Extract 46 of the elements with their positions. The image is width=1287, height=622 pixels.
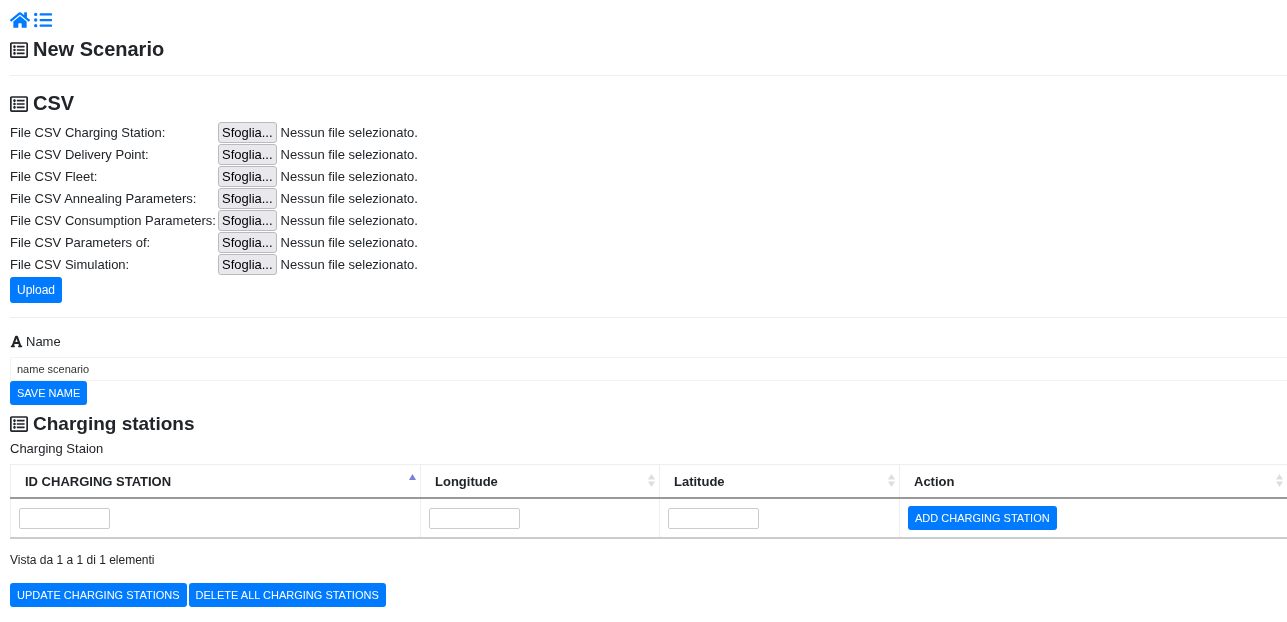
file-label: File CSV Annealing Parameters: — [10, 190, 198, 206]
id-input-field[interactable] — [19, 507, 110, 529]
file-status: Nessun file selezionato. — [280, 168, 418, 184]
file-status: Nessun file selezionato. — [280, 234, 418, 250]
field-label: Name — [26, 334, 61, 349]
file-label: File CSV Charging Station: — [10, 124, 167, 140]
column-header[interactable]: ID CHARGING STATION — [10, 464, 421, 498]
file-label: File CSV Parameters of: — [10, 234, 152, 250]
file-status: Nessun file selezionato. — [280, 256, 418, 272]
browse-button[interactable]: Sfoglia... — [218, 143, 277, 165]
name-field[interactable]: name scenario — [10, 357, 1287, 381]
list-icon[interactable] — [34, 11, 52, 29]
browse-button[interactable]: Sfoglia... — [218, 165, 277, 187]
file-label: File CSV Consumption Parameters: — [10, 212, 217, 228]
save-name-button[interactable]: SAVE NAME — [10, 381, 88, 405]
column-header[interactable]: Action — [899, 464, 1287, 498]
home-icon[interactable] — [10, 10, 30, 30]
file-status: Nessun file selezionato. — [280, 124, 418, 140]
add-station-button[interactable]: ADD CHARGING STATION — [908, 506, 1057, 530]
file-status: Nessun file selezionato. — [280, 146, 418, 162]
file-status: Nessun file selezionato. — [280, 212, 418, 228]
column-header[interactable]: Latitude — [659, 464, 900, 498]
font-icon — [10, 335, 23, 348]
browse-button[interactable]: Sfoglia... — [218, 121, 277, 143]
section-title: CSV — [33, 92, 75, 115]
section-title: Charging stations — [33, 413, 195, 435]
page-title: New Scenario — [33, 38, 165, 61]
file-label: File CSV Simulation: — [10, 256, 131, 272]
browse-button[interactable]: Sfoglia... — [218, 209, 277, 231]
latitude-input-field[interactable] — [668, 507, 759, 529]
browse-button[interactable]: Sfoglia... — [218, 253, 277, 275]
action-button[interactable]: DELETE ALL CHARGING STATIONS — [188, 583, 386, 607]
list-icon — [10, 40, 28, 59]
table-caption: Charging Staion — [10, 441, 105, 456]
browse-button[interactable]: Sfoglia... — [218, 231, 277, 253]
column-header[interactable]: Longitude — [420, 464, 660, 498]
table-info: Vista da 1 a 1 di 1 elementi — [10, 553, 156, 567]
list-icon — [10, 94, 28, 113]
list-icon — [10, 415, 28, 433]
file-label: File CSV Delivery Point: — [10, 146, 150, 162]
file-label: File CSV Fleet: — [10, 168, 99, 184]
upload-button[interactable]: Upload — [10, 277, 63, 303]
action-button[interactable]: UPDATE CHARGING STATIONS — [10, 583, 187, 607]
longitude-input-field[interactable] — [429, 507, 520, 529]
file-status: Nessun file selezionato. — [280, 190, 418, 206]
browse-button[interactable]: Sfoglia... — [218, 187, 277, 209]
